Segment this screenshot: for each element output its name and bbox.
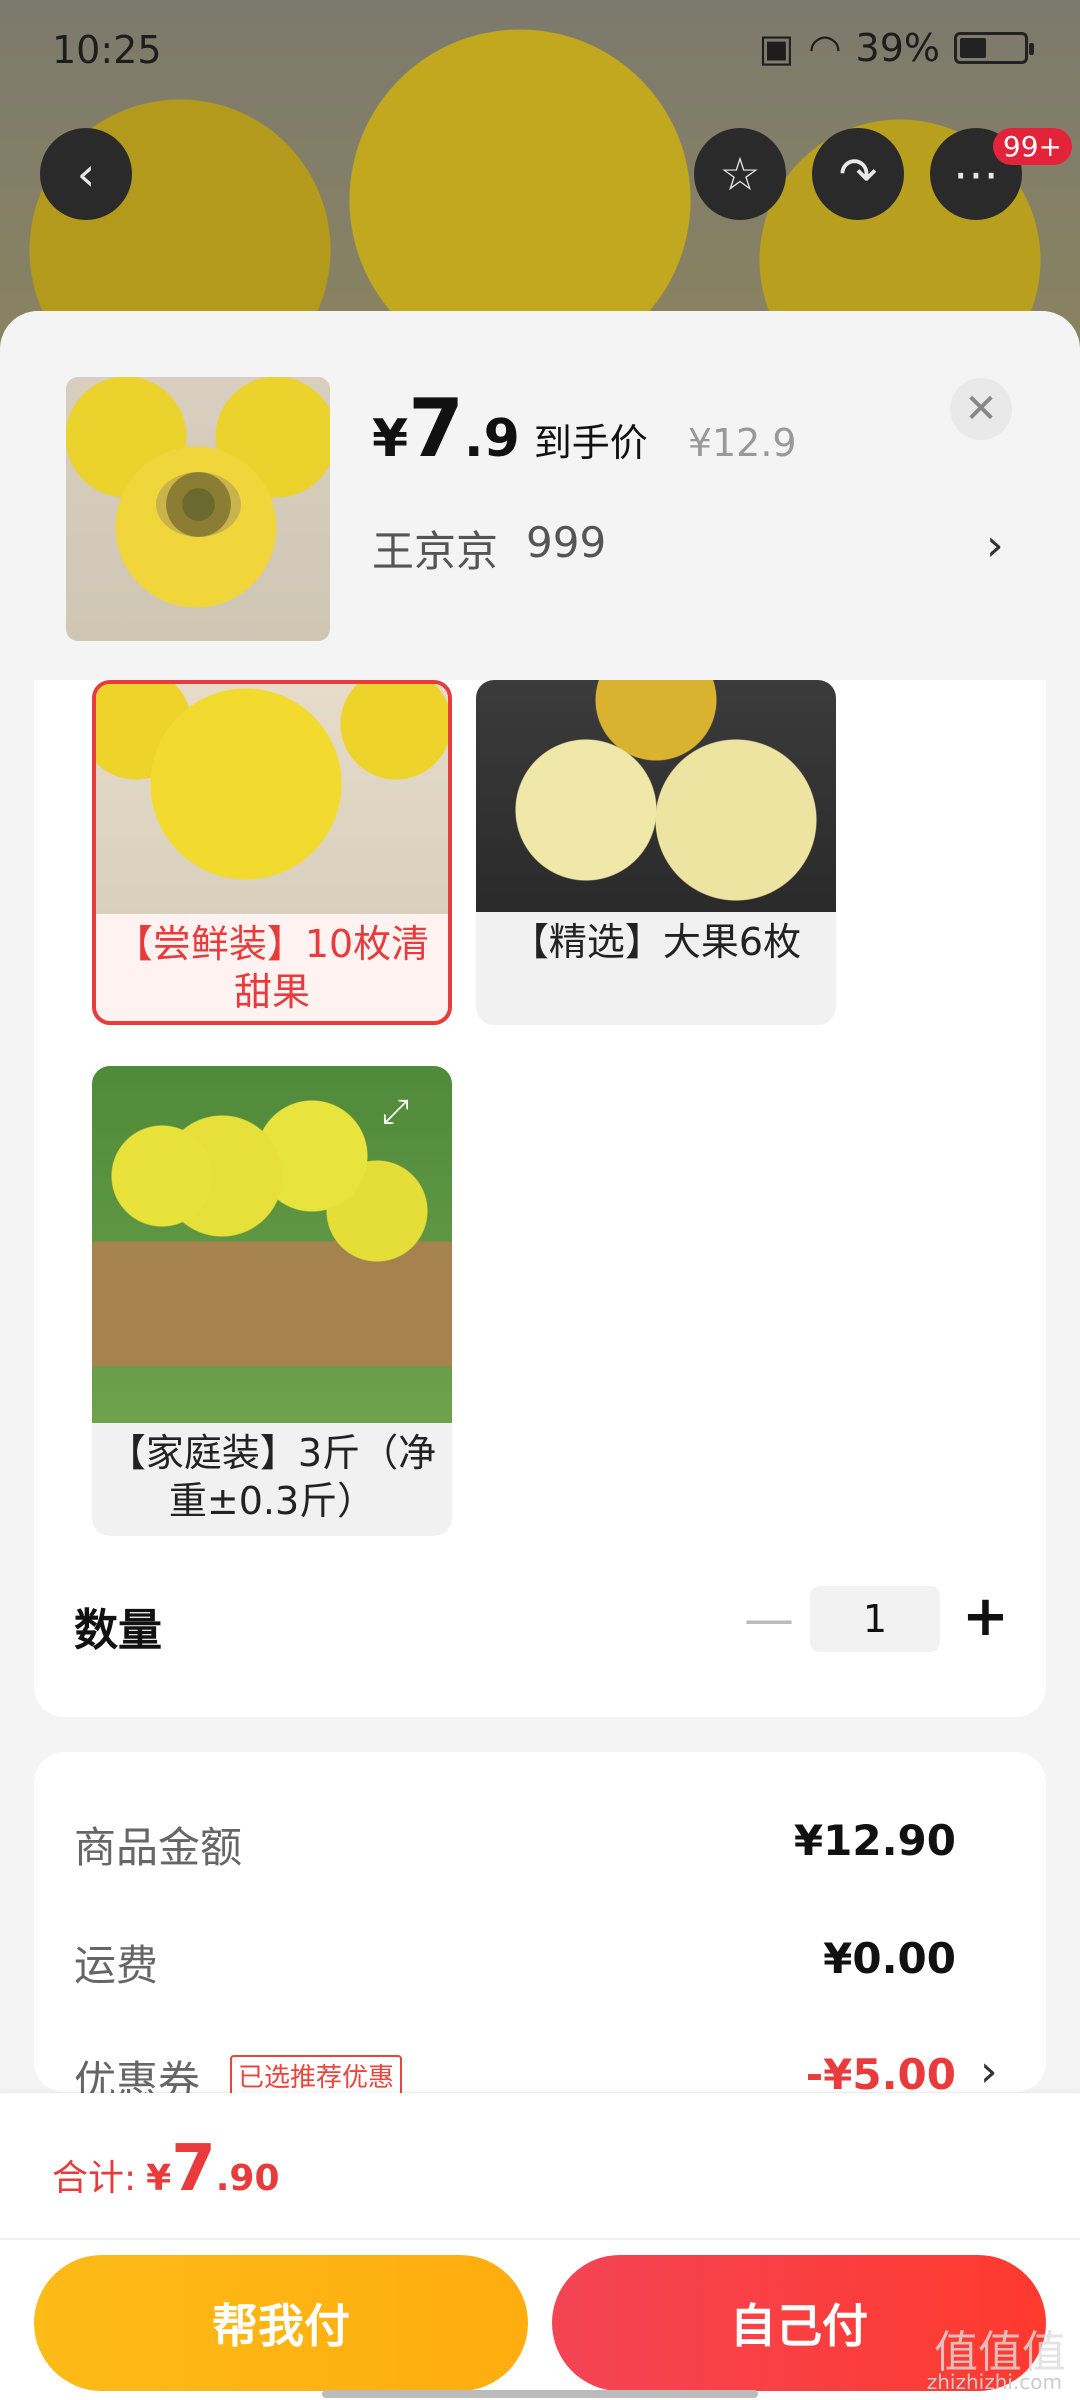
quantity-decrease-button[interactable]: — xyxy=(744,1590,794,1648)
shipping-label: 运费 xyxy=(74,1941,159,1990)
more-icon: ⋯ xyxy=(953,147,999,201)
battery-percent: 39% xyxy=(855,26,940,70)
expand-icon[interactable]: ⤢ xyxy=(382,1092,409,1132)
option-tasting-pack[interactable]: 【尝鲜装】10枚清甜果 xyxy=(92,680,452,1025)
deal-price: ¥ 7 .9 到手价 ¥12.9 xyxy=(372,382,797,475)
goods-amount-value: ¥12.90 xyxy=(793,1816,956,1865)
original-price: ¥12.9 xyxy=(687,421,797,465)
watermark-site: zhizhizhi.com xyxy=(926,2370,1062,2394)
quantity-label: 数量 xyxy=(74,1605,162,1656)
total-label: 合计: xyxy=(52,2158,137,2199)
favorite-button[interactable]: ☆ xyxy=(694,128,786,220)
wifi-icon: ◠ xyxy=(808,26,842,70)
option-image xyxy=(476,680,836,912)
option-label: 【精选】大果6枚 xyxy=(510,920,802,964)
close-button[interactable]: ✕ xyxy=(950,378,1012,440)
back-button[interactable]: ‹ xyxy=(40,128,132,220)
divider xyxy=(0,2238,1080,2240)
quantity-input[interactable]: 1 xyxy=(810,1586,940,1652)
coupon-tag: 已选推荐优惠 xyxy=(230,2055,403,2096)
goods-amount-label: 商品金额 xyxy=(74,1823,243,1872)
chevron-left-icon: ‹ xyxy=(76,147,96,201)
option-image xyxy=(96,684,448,914)
sim-icon: ▣ xyxy=(758,26,795,70)
option-select-large[interactable]: 【精选】大果6枚 xyxy=(476,680,836,1025)
coupon-value[interactable]: -¥5.00 xyxy=(806,2050,956,2099)
option-label: 【家庭装】3斤（净重±0.3斤） xyxy=(107,1431,437,1523)
chevron-right-icon[interactable]: › xyxy=(986,520,1004,571)
share-button[interactable]: ↷ xyxy=(812,128,904,220)
option-label: 【尝鲜装】10枚清甜果 xyxy=(114,922,430,1014)
quantity-increase-button[interactable]: + xyxy=(962,1584,1009,1649)
spec-value: 999 xyxy=(526,518,607,567)
home-indicator[interactable] xyxy=(322,2390,758,2398)
help-pay-button[interactable]: 帮我付 xyxy=(34,2255,528,2391)
spec-name: 王京京 xyxy=(372,527,499,576)
status-bar: 10:25 ▣ ◠ 39% xyxy=(0,0,1080,96)
coupon-chevron-icon[interactable]: › xyxy=(980,2046,998,2097)
close-icon: ✕ xyxy=(964,386,998,432)
order-total: 合计: ¥ 7 .90 xyxy=(52,2132,280,2206)
notification-badge: 99+ xyxy=(992,128,1072,165)
share-icon: ↷ xyxy=(838,147,878,201)
battery-icon xyxy=(954,32,1034,64)
order-summary-card xyxy=(34,1752,1046,2092)
option-family-pack[interactable]: 【家庭装】3斤（净重±0.3斤） xyxy=(92,1066,452,1536)
star-icon: ☆ xyxy=(719,147,761,201)
product-thumbnail[interactable] xyxy=(66,377,330,641)
status-icons: ▣ ◠ 39% xyxy=(758,26,1034,70)
deal-price-label: 到手价 xyxy=(533,421,648,465)
shipping-value: ¥0.00 xyxy=(823,1934,956,1983)
selected-spec[interactable]: 王京京 999 xyxy=(372,518,606,579)
status-time: 10:25 xyxy=(52,28,162,72)
